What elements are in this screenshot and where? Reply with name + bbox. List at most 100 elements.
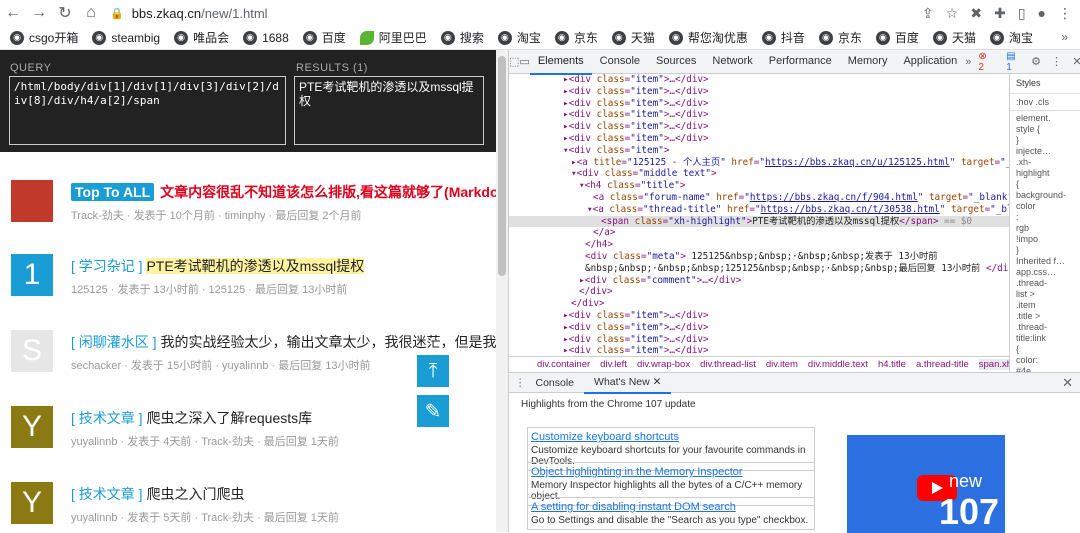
post-title[interactable]: [ 学习杂记 ] PTE考试靶机的渗透以及mssql提权 bbox=[71, 256, 365, 276]
reload-icon[interactable]: ↻ bbox=[52, 0, 78, 26]
elements-tree[interactable]: ▸<div class="item">…</div> ▸<div class="… bbox=[509, 74, 1009, 356]
avatar[interactable]: Y bbox=[11, 482, 53, 524]
share-icon[interactable]: ⇪ bbox=[922, 5, 934, 22]
bookmark-item[interactable]: ◉ 淘宝 bbox=[989, 29, 1033, 46]
avatar[interactable] bbox=[11, 180, 53, 222]
extensions-icon[interactable]: ✚ bbox=[994, 5, 1006, 22]
forward-icon[interactable]: → bbox=[26, 0, 52, 26]
breadcrumb-item[interactable]: div.left bbox=[600, 359, 627, 370]
avatar[interactable]: S bbox=[11, 330, 53, 372]
bookmark-item[interactable]: ◉ 帮您淘优惠 bbox=[668, 29, 748, 46]
web-page: Top To ALLTrack安全社区提倡 - lockedTop To ALL… bbox=[0, 50, 496, 532]
post-category[interactable]: [ 闲聊灌水区 ] bbox=[71, 334, 157, 350]
back-to-top-button[interactable]: ⤒ bbox=[417, 355, 449, 387]
styles-pane: Styles :hov .cls element. style {} injecte… bbox=[1009, 74, 1080, 372]
breadcrumb-item[interactable]: div.thread-list bbox=[700, 359, 756, 370]
sidepanel-icon[interactable]: ▯ bbox=[1018, 5, 1026, 22]
devtools-tab-performance[interactable]: Performance bbox=[761, 49, 840, 75]
xpath-query-input[interactable]: /html/body/div[1]/div[1]/div[3]/div[2]/d… bbox=[9, 76, 286, 145]
address-bar[interactable]: 🔒 bbs.zkaq.cn/new/1.html bbox=[110, 6, 268, 21]
devtools-tab-application[interactable]: Application bbox=[895, 49, 965, 75]
post-meta: 125125 · 发表于 13小时前 · 125125 · 最后回复 13小时前 bbox=[71, 284, 348, 296]
breadcrumb-item[interactable]: div.wrap-box bbox=[637, 359, 690, 370]
post-item[interactable]: Y [ 技术文章 ] 爬虫之入门爬虫 yuyalinnb · 发表于 5天前 · T… bbox=[0, 482, 496, 532]
styles-filter[interactable]: :hov .cls bbox=[1010, 94, 1080, 111]
dom-breadcrumb: div.container div.left div.wrap-box div.thr… bbox=[509, 356, 1009, 372]
settings-gear-icon[interactable]: ⚙ bbox=[1028, 55, 1044, 68]
drawer-tab-console[interactable]: Console bbox=[526, 373, 585, 393]
home-icon[interactable]: ⌂ bbox=[78, 0, 104, 26]
devtools-tab-network[interactable]: Network bbox=[704, 49, 760, 75]
drawer-close-icon[interactable]: ✕ bbox=[1062, 375, 1073, 391]
post-title[interactable]: Top To ALL 文章内容很乱不知道该怎么排版,看这篇就够了(Markdown bbox=[71, 182, 496, 202]
post-category[interactable]: [ 技术文章 ] bbox=[71, 486, 143, 502]
bookmark-item[interactable]: ◉ steambig bbox=[92, 30, 160, 45]
errors-badge[interactable]: ⊗ 2 bbox=[975, 51, 995, 73]
post-title[interactable]: [ 闲聊灌水区 ] 我的实战经验太少，输出文章太少，我很迷茫，但是我愿 bbox=[71, 332, 496, 352]
style-line: element. bbox=[1016, 113, 1051, 123]
bookmark-item[interactable]: ◉ 京东 bbox=[554, 29, 598, 46]
avatar[interactable]: 1 bbox=[11, 254, 53, 296]
styles-tab[interactable]: Styles bbox=[1010, 74, 1080, 94]
menu-icon[interactable]: ⋮ bbox=[1058, 5, 1072, 22]
style-line: style { bbox=[1016, 124, 1041, 134]
devtools-menu-icon[interactable]: ⋮ bbox=[1048, 55, 1064, 68]
bookmark-item[interactable]: ◉ 唯品会 bbox=[174, 29, 229, 46]
bookmark-item[interactable]: ◉ 淘宝 bbox=[497, 29, 541, 46]
devtools-close-icon[interactable]: ✕ bbox=[1069, 55, 1080, 68]
bookmark-item[interactable]: ◉ 1688 bbox=[243, 30, 289, 45]
devtools-panel: ⬚ ▭ Elements Console Sources Network Perform… bbox=[508, 49, 1080, 533]
inspect-icon[interactable]: ⬚ bbox=[509, 55, 519, 68]
bookmarks-more-icon[interactable]: » bbox=[1061, 30, 1068, 44]
breadcrumb-item[interactable]: span.xh-highlight bbox=[978, 359, 1009, 370]
url-path: /new/1.html bbox=[201, 5, 268, 21]
whats-new-link[interactable]: Customize keyboard shortcuts bbox=[531, 431, 811, 443]
bookmark-item[interactable]: ◉ 天猫 bbox=[932, 29, 976, 46]
whats-new-desc: Go to Settings and disable the "Search a… bbox=[531, 515, 809, 526]
style-line: .thread- bbox=[1016, 278, 1048, 288]
bookmark-item[interactable]: ◉ 天猫 bbox=[611, 29, 655, 46]
device-toolbar-icon[interactable]: ▭ bbox=[519, 55, 529, 68]
bookmark-item[interactable]: ◉ 搜索 bbox=[440, 29, 484, 46]
breadcrumb-item[interactable]: h4.title bbox=[878, 359, 906, 370]
style-line: highlight bbox=[1016, 168, 1050, 178]
avatar[interactable]: Y bbox=[11, 406, 53, 448]
page-scrollbar[interactable] bbox=[496, 50, 508, 532]
profile-icon[interactable]: ● bbox=[1038, 5, 1046, 21]
breadcrumb-item[interactable]: div.container bbox=[537, 359, 590, 370]
messages-badge[interactable]: ▤ 1 bbox=[1003, 51, 1024, 73]
star-icon[interactable]: ☆ bbox=[946, 5, 959, 22]
extension-x-icon[interactable]: ✖ bbox=[970, 5, 982, 22]
breadcrumb-item[interactable]: a.thread-title bbox=[916, 359, 969, 370]
chrome-107-promo-image: new 107 bbox=[847, 435, 1005, 533]
bookmark-item[interactable]: 阿里巴巴 bbox=[359, 29, 427, 46]
breadcrumb-item[interactable]: div.item bbox=[766, 359, 798, 370]
post-category[interactable]: [ 学习杂记 ] bbox=[71, 258, 143, 274]
whats-new-link[interactable]: A setting for disabling instant DOM sear… bbox=[531, 501, 811, 513]
post-title[interactable]: [ 技术文章 ] 爬虫之入门爬虫 bbox=[71, 484, 244, 504]
results-label: RESULTS (1) bbox=[296, 62, 368, 74]
bookmark-item[interactable]: ◉ 百度 bbox=[302, 29, 346, 46]
devtools-tab-console[interactable]: Console bbox=[592, 49, 648, 75]
bookmark-item[interactable]: ◉ 百度 bbox=[875, 29, 919, 46]
post-title[interactable]: [ 技术文章 ] 爬虫之深入了解requests库 bbox=[71, 408, 312, 428]
back-icon[interactable]: ← bbox=[0, 0, 26, 26]
devtools-tab-memory[interactable]: Memory bbox=[840, 49, 896, 75]
post-meta: Track-劲夫 · 发表于 10个月前 · timinphy · 最后回复 2… bbox=[71, 210, 362, 222]
post-category[interactable]: [ 技术文章 ] bbox=[71, 410, 143, 426]
breadcrumb-item[interactable]: div.middle.text bbox=[808, 359, 868, 370]
bookmark-item[interactable]: ◉ 抖音 bbox=[761, 29, 805, 46]
top-to-all-badge: Top To ALL bbox=[71, 183, 155, 201]
whats-new-link[interactable]: Object highlighting in the Memory Inspec… bbox=[531, 466, 811, 478]
post-item[interactable]: Top To ALL 文章内容很乱不知道该怎么排版,看这篇就够了(Markdown… bbox=[0, 180, 496, 250]
drawer-tab-whats-new[interactable]: What's New ✕ bbox=[584, 372, 672, 394]
devtools-tabbar: ⬚ ▭ Elements Console Sources Network Perform… bbox=[509, 49, 1080, 75]
bookmark-item[interactable]: ◉ csgo开箱 bbox=[10, 29, 78, 46]
drawer-menu-icon[interactable]: ⋮ bbox=[515, 377, 526, 389]
edit-post-button[interactable]: ✎ bbox=[417, 395, 449, 427]
devtools-tab-elements[interactable]: Elements bbox=[529, 49, 592, 75]
bookmark-item[interactable]: ◉ 京东 bbox=[818, 29, 862, 46]
query-label: QUERY bbox=[10, 62, 52, 74]
devtools-tab-sources[interactable]: Sources bbox=[648, 49, 704, 75]
post-item[interactable]: 1 [ 学习杂记 ] PTE考试靶机的渗透以及mssql提权 125125 · 发表… bbox=[0, 254, 496, 324]
